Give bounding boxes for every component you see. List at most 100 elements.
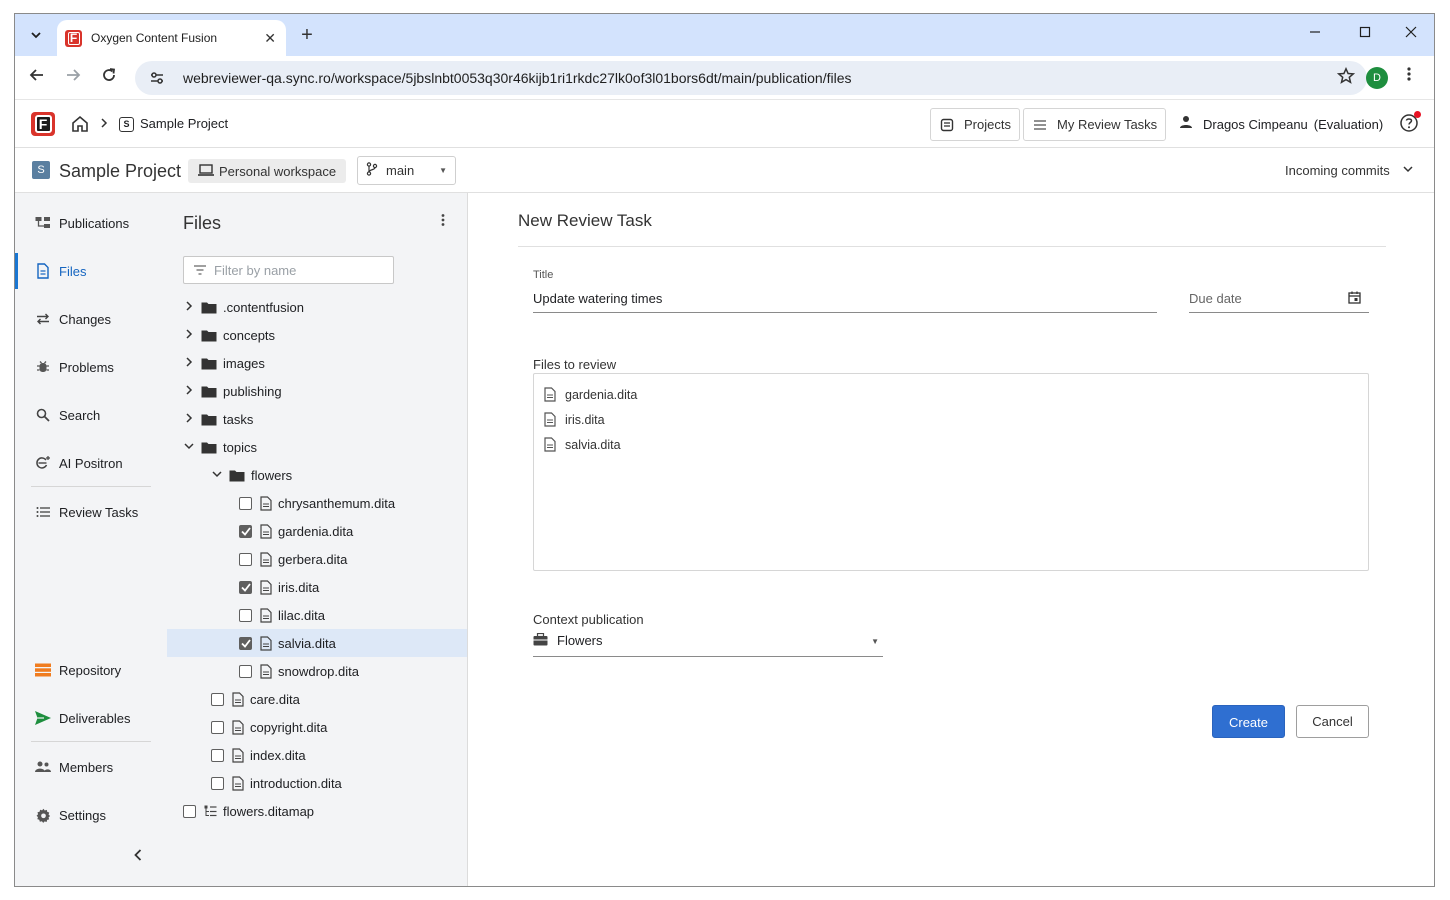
file-checkbox[interactable] [211,748,224,762]
chevron-right-icon[interactable] [183,356,195,370]
nav-settings[interactable]: Settings [15,797,167,833]
chevron-down-icon[interactable] [211,470,223,481]
file-checkbox[interactable] [183,804,196,818]
tab-search-button[interactable] [23,22,49,48]
filter-input[interactable]: Filter by name [183,256,394,284]
user-menu[interactable]: Dragos Cimpeanu (Evaluation) [1179,115,1383,134]
chevron-down-icon [1402,162,1414,180]
nav-problems[interactable]: Problems [15,349,167,385]
app-header: F S Sample Project Projects My Review Ta… [15,100,1434,148]
reload-button[interactable] [97,66,121,90]
file-checkbox[interactable] [239,496,252,510]
close-window-button[interactable] [1401,24,1421,44]
breadcrumb-project-label: Sample Project [140,116,229,131]
file-checkbox[interactable] [239,664,252,678]
file-checkbox[interactable] [239,636,252,650]
nav-publications[interactable]: Publications [15,205,167,241]
workspace-chip[interactable]: Personal workspace [188,159,347,183]
project-title: Sample Project [59,161,182,181]
file-checkbox[interactable] [239,608,252,622]
app-logo-icon[interactable]: F [31,112,55,136]
nav-review-tasks[interactable]: Review Tasks [15,494,167,530]
file-checkbox[interactable] [211,776,224,790]
nav-ai-positron[interactable]: AI Positron [15,445,167,481]
bookmark-star-icon[interactable] [1336,66,1356,90]
file-icon [260,635,272,651]
browser-window: F Oxygen Content Fusion ✕ + webreviewer-… [14,13,1435,887]
browser-menu-button[interactable] [1402,66,1416,90]
tree-folder-row[interactable]: topics [167,433,467,461]
back-button[interactable] [25,66,49,90]
file-checkbox[interactable] [239,524,252,538]
projects-button[interactable]: Projects [930,108,1020,141]
profile-avatar[interactable]: D [1366,67,1388,89]
file-checkbox[interactable] [239,552,252,566]
due-date-field[interactable]: Due date [1189,291,1369,313]
context-publication-select[interactable]: Flowers ▼ [533,632,883,657]
breadcrumb-project[interactable]: S Sample Project [119,114,228,134]
close-tab-icon[interactable]: ✕ [264,30,276,47]
files-menu-button[interactable] [441,213,445,230]
review-task-form: New Review Task Title Update watering ti… [468,193,1434,886]
address-bar[interactable]: webreviewer-qa.sync.ro/workspace/5jbslnb… [135,61,1367,95]
chevron-right-icon[interactable] [183,384,195,398]
tree-folder-row[interactable]: images [167,349,467,377]
chevron-down-icon[interactable] [183,442,195,453]
my-review-tasks-button[interactable]: My Review Tasks [1023,108,1167,141]
tree-folder-row[interactable]: concepts [167,321,467,349]
file-checkbox[interactable] [239,580,252,594]
site-info-icon[interactable] [147,68,167,88]
list-item[interactable]: gardenia.dita [544,387,637,402]
tree-item-label: flowers [251,467,293,483]
incoming-commits-dropdown[interactable]: Incoming commits [1285,162,1420,180]
tree-folder-row[interactable]: .contentfusion [167,293,467,321]
tree-file-row[interactable]: flowers.ditamap [167,797,467,825]
chevron-right-icon[interactable] [183,328,195,342]
workspace-label: Personal workspace [219,163,337,179]
tree-file-row[interactable]: chrysanthemum.dita [167,489,467,517]
file-checkbox[interactable] [211,692,224,706]
create-button[interactable]: Create [1212,705,1285,738]
calendar-icon[interactable] [1348,291,1361,307]
browser-tab[interactable]: F Oxygen Content Fusion ✕ [57,20,286,56]
maximize-button[interactable] [1355,24,1375,44]
tree-item-label: flowers.ditamap [223,803,315,819]
tree-file-row[interactable]: iris.dita [167,573,467,601]
chevron-right-icon[interactable] [183,412,195,426]
nav-files[interactable]: Files [15,253,167,289]
nav-members-label: Members [59,759,114,775]
minimize-button[interactable] [1305,24,1325,44]
forward-button[interactable] [61,66,85,90]
review-file-name: iris.dita [565,412,605,427]
tree-file-row[interactable]: salvia.dita [167,629,467,657]
tree-file-row[interactable]: copyright.dita [167,713,467,741]
tree-file-row[interactable]: index.dita [167,741,467,769]
branch-selector[interactable]: main ▼ [357,156,456,185]
tree-file-row[interactable]: lilac.dita [167,601,467,629]
nav-changes[interactable]: Changes [15,301,167,337]
file-checkbox[interactable] [211,720,224,734]
search-icon [35,407,51,423]
list-item[interactable]: iris.dita [544,412,605,427]
nav-members[interactable]: Members [15,749,167,785]
cancel-button[interactable]: Cancel [1296,705,1369,738]
title-input[interactable]: Update watering times [533,291,1157,313]
new-tab-button[interactable]: + [296,24,318,46]
nav-repository[interactable]: Repository [15,652,167,688]
tree-folder-row[interactable]: flowers [167,461,467,489]
nav-search[interactable]: Search [15,397,167,433]
collapse-sidebar-icon[interactable] [133,848,143,867]
tree-folder-row[interactable]: tasks [167,405,467,433]
list-item[interactable]: salvia.dita [544,437,621,452]
chevron-right-icon[interactable] [183,300,195,314]
tree-file-row[interactable]: introduction.dita [167,769,467,797]
file-icon [544,437,556,452]
tree-file-row[interactable]: snowdrop.dita [167,657,467,685]
tree-folder-row[interactable]: publishing [167,377,467,405]
tree-file-row[interactable]: gerbera.dita [167,545,467,573]
nav-deliverables[interactable]: Deliverables [15,700,167,736]
changes-icon [35,311,51,327]
tree-file-row[interactable]: care.dita [167,685,467,713]
tree-file-row[interactable]: gardenia.dita [167,517,467,545]
home-icon[interactable] [70,114,90,134]
